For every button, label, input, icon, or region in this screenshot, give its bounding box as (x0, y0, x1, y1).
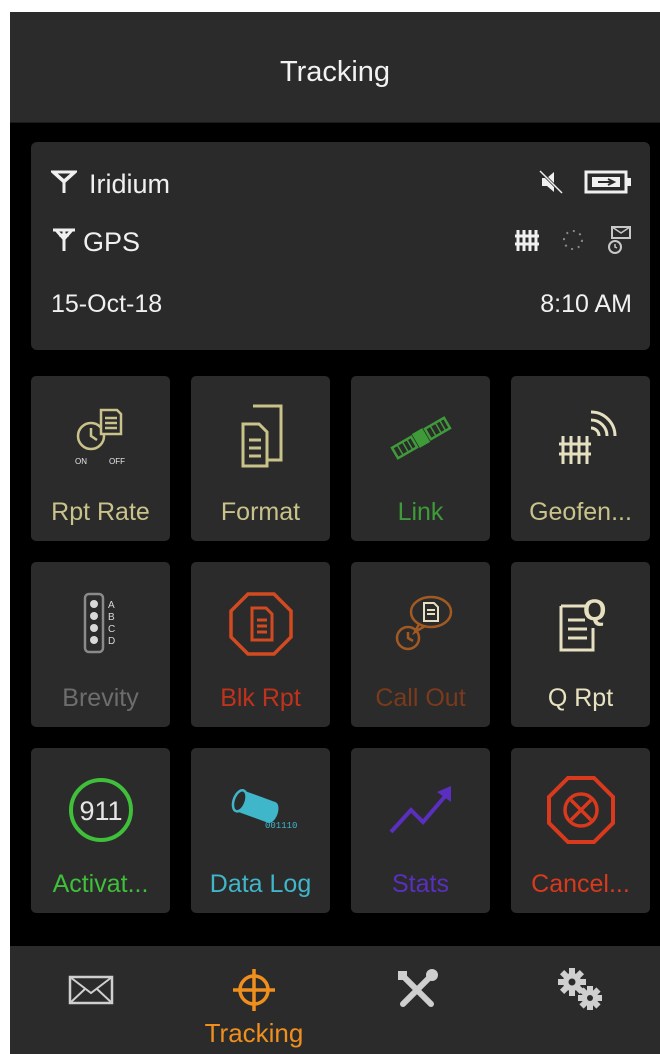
stats-button[interactable]: Stats (351, 748, 490, 913)
gears-icon (499, 968, 660, 1012)
format-button[interactable]: Format (191, 376, 330, 541)
svg-text:OFF: OFF (109, 457, 125, 466)
svg-text:911: 911 (79, 796, 122, 826)
crosshair-icon (173, 968, 335, 1012)
blk-rpt-label: Blk Rpt (220, 684, 301, 712)
device-screen: Tracking Iridium GPS 15-Oct-18 8:10 AM O… (10, 12, 660, 1054)
svg-text:ON: ON (75, 457, 87, 466)
gps-antenna-icon (51, 227, 77, 258)
nav-tracking-label: Tracking (204, 1018, 304, 1048)
geofence-label: Geofen... (529, 498, 632, 526)
muted-speaker-icon (538, 169, 564, 200)
data-log-label: Data Log (209, 870, 312, 898)
link-button[interactable]: Link (351, 376, 490, 541)
call-out-button[interactable]: Call Out (351, 562, 490, 727)
link-label: Link (397, 498, 444, 526)
q-rpt-label: Q Rpt (547, 684, 614, 712)
status-panel: Iridium GPS 15-Oct-18 8:10 AM (31, 142, 650, 350)
nav-messages[interactable] (10, 946, 172, 1054)
document-icon (191, 398, 330, 478)
nav-settings[interactable] (499, 946, 660, 1054)
datetime-row: 15-Oct-18 8:10 AM (51, 284, 632, 324)
rpt-rate-label: Rpt Rate (51, 498, 150, 526)
clock-report-icon: ON OFF (31, 398, 170, 478)
call-out-icon (351, 584, 490, 664)
brevity-button[interactable]: A B C D Brevity (31, 562, 170, 727)
gps-label: GPS (83, 226, 141, 257)
svg-text:B: B (108, 612, 115, 623)
geofence-icon (514, 227, 540, 258)
satellite-icon (351, 398, 490, 478)
battery-plugged-icon (584, 169, 632, 200)
geofence-signal-icon (511, 398, 650, 478)
date-text: 15-Oct-18 (51, 289, 163, 318)
svg-text:D: D (108, 636, 115, 647)
stats-label: Stats (392, 870, 449, 898)
blk-rpt-button[interactable]: Blk Rpt (191, 562, 330, 727)
message-timer-icon (606, 225, 632, 260)
emergency-911-icon: 911 (31, 770, 170, 850)
data-log-icon: 001110 (191, 770, 330, 850)
time-text: 8:10 AM (540, 289, 632, 318)
page-title: Tracking (279, 56, 391, 88)
nav-tools[interactable] (336, 946, 498, 1054)
iridium-label: Iridium (89, 168, 171, 199)
antenna-icon (49, 170, 79, 199)
svg-text:001110: 001110 (265, 821, 297, 831)
nav-tracking[interactable]: Tracking (173, 946, 335, 1054)
brevity-icon: A B C D (31, 584, 170, 664)
dotted-circle-icon (560, 227, 586, 258)
svg-text:A: A (108, 600, 115, 611)
call-out-label: Call Out (375, 684, 466, 712)
gps-row: GPS (51, 222, 632, 262)
stats-trend-icon (351, 770, 490, 850)
q-report-icon: Q (511, 584, 650, 664)
q-rpt-button[interactable]: Q Q Rpt (511, 562, 650, 727)
tools-icon (336, 968, 498, 1012)
format-label: Format (220, 498, 301, 526)
rpt-rate-button[interactable]: ON OFF Rpt Rate (31, 376, 170, 541)
iridium-row: Iridium (49, 164, 632, 204)
app-header: Tracking (10, 12, 660, 123)
bottom-nav: Tracking (10, 946, 660, 1054)
brevity-label: Brevity (62, 684, 139, 712)
activate-label: Activat... (52, 870, 149, 898)
mail-icon (10, 968, 172, 1012)
svg-text:Q: Q (583, 594, 606, 627)
cancel-label: Cancel... (531, 870, 630, 898)
block-report-icon (191, 584, 330, 664)
svg-text:C: C (108, 624, 115, 635)
geofence-button[interactable]: Geofen... (511, 376, 650, 541)
cancel-button[interactable]: Cancel... (511, 748, 650, 913)
activate-button[interactable]: 911 Activat... (31, 748, 170, 913)
data-log-button[interactable]: 001110 Data Log (191, 748, 330, 913)
cancel-icon (511, 770, 650, 850)
